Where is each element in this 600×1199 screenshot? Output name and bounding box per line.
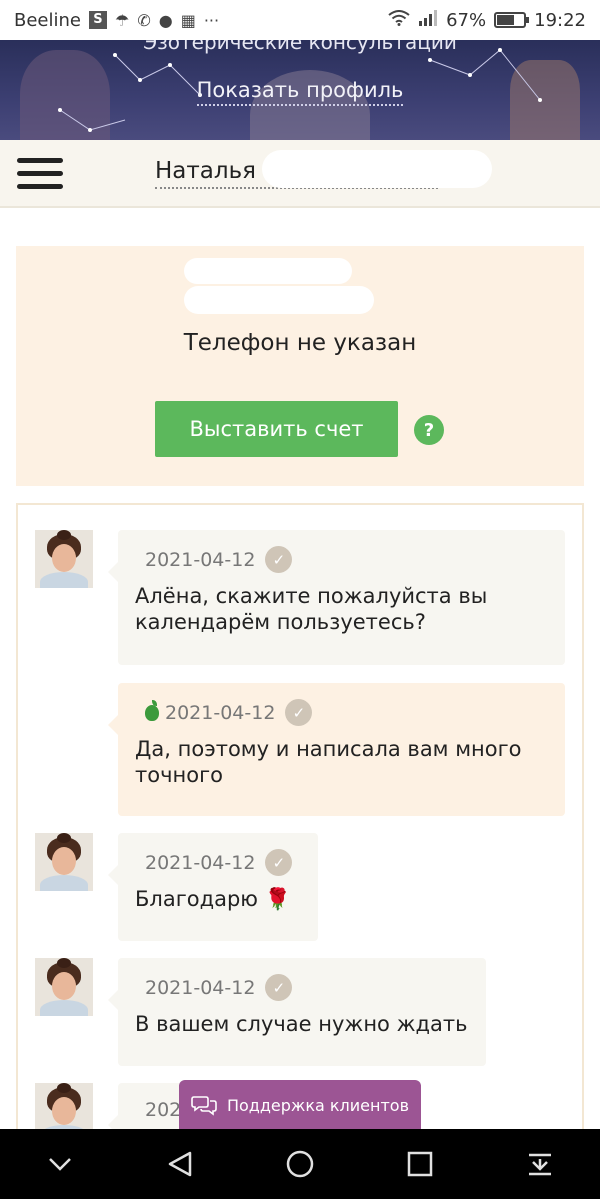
message-bubble: 2021-04-12 ✓ В вашем случае нужно ждать — [108, 958, 486, 1066]
message-date: 202 — [145, 1099, 182, 1121]
chat-icon: ● — [158, 10, 173, 30]
viber-icon: ✆ — [137, 10, 151, 30]
message-date: 2021-04-12 — [145, 548, 256, 571]
home-icon[interactable] — [270, 1134, 330, 1194]
message-bubble: 2021-04-12 ✓ Алёна, скажите пожалуйста в… — [108, 530, 565, 665]
read-check-icon: ✓ — [265, 546, 293, 573]
support-label: Поддержка клиентов — [226, 1095, 410, 1115]
profile-banner: Эзотерические консультации Показать проф… — [0, 40, 600, 140]
system-nav-bar — [0, 1129, 600, 1199]
battery-percent: 67% — [446, 9, 487, 31]
message-text: Благодарю 🌹 — [135, 887, 291, 911]
umbrella-icon: ☂ — [114, 10, 130, 30]
message-text: В вашем случае нужно ждать — [135, 1012, 468, 1036]
avatar — [35, 530, 93, 588]
message-date: 2021-04-12 — [145, 851, 256, 874]
notifications-pull-icon[interactable] — [510, 1134, 570, 1194]
status-bar: Beeline S ☂ ✆ ● ▦ ··· 67% 19:22 — [0, 0, 600, 40]
client-header: Наталья — [0, 140, 600, 208]
redacted-block — [184, 286, 374, 314]
show-profile-link[interactable]: Показать профиль — [196, 78, 404, 106]
wifi-icon — [388, 10, 410, 30]
back-icon[interactable] — [150, 1134, 210, 1194]
message-date: 2021-04-12 — [145, 976, 256, 999]
support-chat-icon — [191, 1094, 217, 1116]
support-button[interactable]: Поддержка клиентов — [179, 1080, 421, 1130]
avatar — [35, 833, 93, 891]
phone-status: Телефон не указан — [183, 330, 417, 356]
sim-s-icon: S — [88, 11, 107, 29]
carrier-label: Beeline — [14, 9, 81, 31]
invoice-button[interactable]: Выставить счет — [155, 401, 398, 457]
menu-icon[interactable] — [17, 158, 63, 192]
read-check-icon: ✓ — [265, 849, 293, 876]
message-text: Алёна, скажите пожалуйста вы календарём … — [135, 584, 488, 634]
signal-icon — [418, 9, 438, 31]
help-icon[interactable]: ? — [414, 415, 444, 445]
read-check-icon: ✓ — [285, 699, 313, 726]
chevron-down-icon[interactable] — [30, 1134, 90, 1194]
read-check-icon: ✓ — [265, 974, 293, 1001]
clock: 19:22 — [534, 9, 586, 31]
message-bubble: 2021-04-12 ✓ Благодарю 🌹 — [108, 833, 318, 941]
recent-apps-icon[interactable] — [390, 1134, 450, 1194]
calendar-icon: ▦ — [180, 10, 196, 30]
message-text: Да, поэтому и написала вам много точного — [135, 737, 522, 787]
apple-icon — [145, 699, 159, 721]
more-icon: ··· — [203, 10, 220, 30]
specialty-subtitle: Эзотерические консультации — [143, 40, 457, 54]
redacted-surname — [262, 150, 492, 188]
avatar — [35, 958, 93, 1016]
message-date: 2021-04-12 — [165, 701, 276, 724]
redacted-block — [184, 258, 352, 284]
message-bubble-own: 2021-04-12 ✓ Да, поэтому и написала вам … — [108, 683, 565, 816]
battery-icon — [494, 12, 530, 28]
client-info-card: Телефон не указан Выставить счет ? — [16, 246, 584, 486]
